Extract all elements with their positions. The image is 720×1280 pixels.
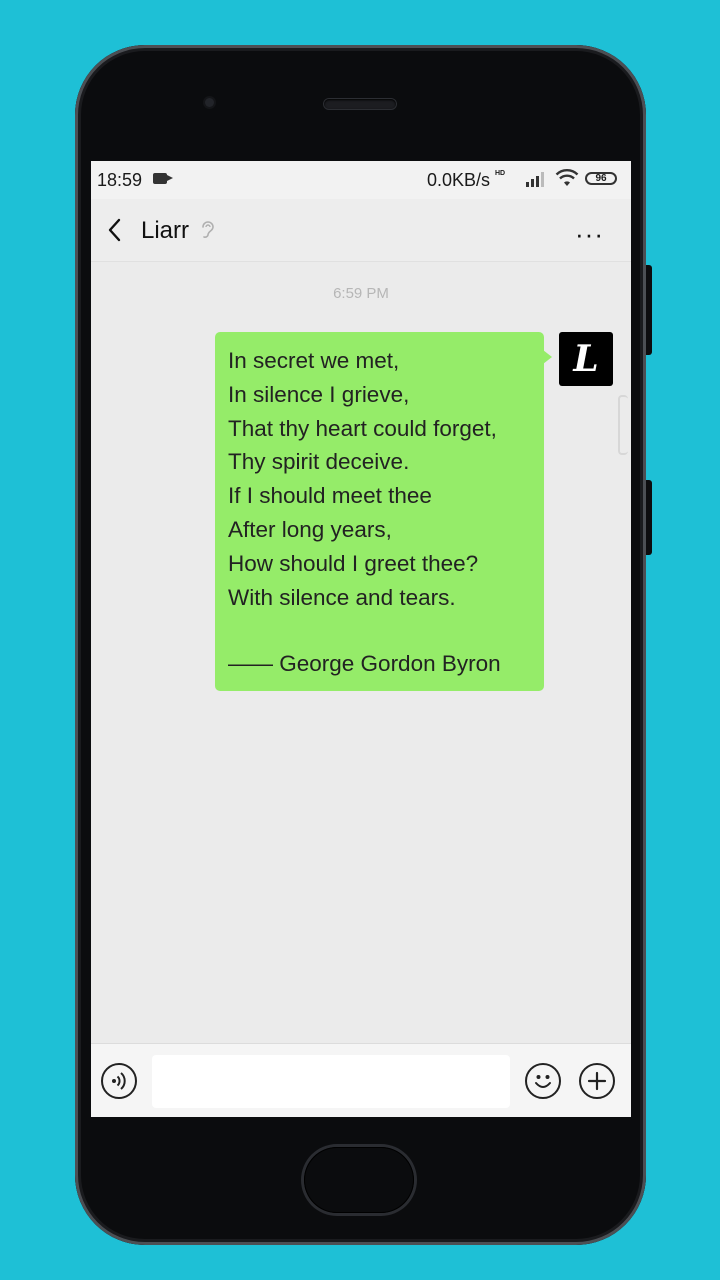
message-line: How should I greet thee?: [228, 550, 479, 576]
message-bubble[interactable]: In secret we met, In silence I grieve, T…: [215, 332, 552, 691]
network-speed: 0.0KB/s: [427, 170, 491, 190]
video-recording-icon: [153, 173, 173, 184]
hd-label: HD: [495, 170, 506, 177]
front-camera: [205, 98, 214, 107]
chat-title: Liarr: [141, 217, 190, 244]
message-line: If I should meet thee: [228, 483, 432, 509]
message-line: With silence and tears.: [228, 584, 456, 610]
message-line: In secret we met,: [228, 348, 400, 373]
volume-up-button: [646, 265, 652, 355]
earpiece-speaker: [324, 99, 396, 109]
smiley-icon: [535, 1075, 551, 1088]
plus-icon: [587, 1071, 607, 1091]
message-timestamp: 6:59 PM: [333, 285, 389, 302]
add-button[interactable]: [579, 1063, 615, 1099]
status-time: 18:59: [97, 170, 143, 190]
message-line: Thy spirit deceive.: [228, 449, 410, 475]
emoji-button[interactable]: [525, 1063, 561, 1099]
battery-icon: 96: [585, 172, 617, 185]
message-line: That thy heart could forget,: [228, 415, 497, 441]
more-options-icon[interactable]: ···: [575, 219, 604, 250]
chat-header: Liarr ···: [91, 199, 631, 262]
scroll-handle[interactable]: [618, 395, 628, 455]
sender-avatar[interactable]: L: [559, 332, 613, 386]
input-bar: [91, 1043, 631, 1117]
message-line: After long years,: [228, 516, 392, 542]
status-bar: 18:59 0.0KB/s HD 96: [91, 161, 631, 199]
message-signature: —— George Gordon Byron: [228, 651, 501, 677]
power-button: [646, 480, 652, 555]
message-input[interactable]: [152, 1055, 510, 1108]
earpiece-mode-icon: [202, 221, 214, 238]
message-line: In silence I grieve,: [228, 381, 410, 407]
voice-icon: [112, 1072, 126, 1090]
cell-signal-icon: [526, 172, 544, 187]
phone-screen: 18:59 0.0KB/s HD 96 Liarr ··· 6:59 PM L …: [91, 161, 631, 1117]
wifi-icon: [555, 169, 579, 186]
voice-button[interactable]: [101, 1063, 137, 1099]
home-button[interactable]: [304, 1147, 414, 1213]
back-arrow-icon[interactable]: [103, 217, 129, 243]
